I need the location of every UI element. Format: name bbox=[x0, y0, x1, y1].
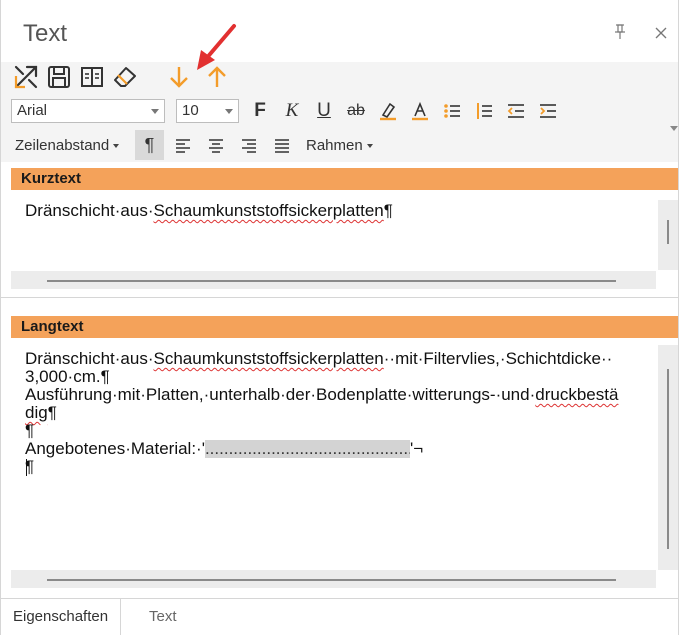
paragraph-mark: ¶ bbox=[47, 403, 57, 422]
text-run: Dränschicht·aus· bbox=[25, 201, 154, 220]
align-right-icon[interactable] bbox=[237, 133, 261, 159]
font-family-select[interactable]: Arial bbox=[11, 99, 165, 123]
kurztext-horizontal-scrollbar[interactable] bbox=[11, 271, 656, 289]
title-bar: Text bbox=[1, 0, 678, 62]
strikethrough-glyph: ab bbox=[347, 102, 365, 119]
font-size-value: 10 bbox=[182, 102, 199, 119]
panel-title: Text bbox=[23, 20, 68, 47]
langtext-line: Dränschicht·aus·Schaumkunststoffsickerpl… bbox=[25, 350, 612, 368]
bold-button[interactable]: F bbox=[248, 98, 272, 124]
misspelled-word: Schaumkunststoffsickerplatten bbox=[153, 201, 384, 220]
columns-icon[interactable] bbox=[79, 64, 105, 90]
tab-eigenschaften[interactable]: Eigenschaften bbox=[1, 599, 122, 635]
show-paragraph-marks-button[interactable]: ¶ bbox=[135, 130, 164, 160]
scroll-thumb[interactable] bbox=[47, 579, 616, 581]
bold-glyph: F bbox=[254, 100, 266, 121]
font-color-icon[interactable] bbox=[408, 98, 432, 124]
paragraph-mark-glyph: ¶ bbox=[144, 134, 155, 155]
line-spacing-dropdown[interactable]: Zeilenabstand bbox=[15, 137, 120, 154]
chevron-down-icon bbox=[151, 109, 159, 114]
bullet-list-icon[interactable] bbox=[440, 98, 464, 124]
chevron-down-icon bbox=[366, 144, 373, 149]
kurztext-line: Dränschicht·aus·Schaumkunststoffsickerpl… bbox=[25, 202, 393, 220]
misspelled-word: dig bbox=[25, 403, 48, 422]
kurztext-header: Kurztext bbox=[11, 168, 678, 190]
scroll-thumb[interactable] bbox=[667, 220, 669, 244]
border-dropdown[interactable]: Rahmen bbox=[306, 137, 373, 154]
misspelled-word: druckbestä bbox=[535, 385, 619, 404]
langtext-line: 3,000·cm.¶ bbox=[25, 367, 110, 386]
chevron-down-icon bbox=[113, 144, 120, 149]
line-spacing-label: Zeilenabstand bbox=[15, 137, 110, 154]
kurztext-vertical-scrollbar[interactable] bbox=[658, 200, 678, 270]
expand-icon[interactable] bbox=[13, 64, 39, 90]
input-placeholder-field[interactable]: ........................................… bbox=[204, 440, 410, 458]
text-panel: Text Arial 10 F K U ab Zeilenabstand ¶ R… bbox=[0, 0, 679, 635]
annotation-arrow-icon bbox=[197, 24, 236, 70]
langtext-editor[interactable]: Dränschicht·aus·Schaumkunststoffsickerpl… bbox=[11, 339, 678, 570]
langtext-line: Ausführung·mit·Platten,·unterhalb·der·Bo… bbox=[25, 386, 618, 404]
indent-icon[interactable] bbox=[536, 98, 560, 124]
bottom-tab-bar: Eigenschaften Text bbox=[1, 598, 678, 635]
paragraph-mark: ¶ bbox=[383, 201, 393, 220]
underline-button[interactable]: U bbox=[312, 98, 336, 124]
tab-text[interactable]: Text bbox=[137, 599, 189, 635]
langtext-vertical-scrollbar[interactable] bbox=[658, 345, 678, 570]
text-run: Dränschicht·aus· bbox=[25, 349, 154, 368]
overflow-chevron-icon[interactable] bbox=[670, 126, 678, 132]
langtext-horizontal-scrollbar[interactable] bbox=[11, 570, 656, 588]
italic-button[interactable]: K bbox=[280, 98, 304, 124]
text-run: Ausführung·mit·Platten,·unterhalb·der·Bo… bbox=[25, 385, 536, 404]
highlight-icon[interactable] bbox=[376, 98, 400, 124]
outdent-icon[interactable] bbox=[504, 98, 528, 124]
border-label: Rahmen bbox=[306, 137, 363, 154]
langtext-line: ¶ bbox=[25, 421, 35, 440]
save-icon[interactable] bbox=[46, 64, 72, 90]
font-family-value: Arial bbox=[17, 102, 48, 119]
italic-glyph: K bbox=[285, 100, 299, 121]
align-left-icon[interactable] bbox=[171, 133, 195, 159]
text-run: ··mit·Filtervlies,·Schichtdicke·· bbox=[383, 349, 613, 368]
pin-icon[interactable] bbox=[614, 24, 626, 40]
langtext-header: Langtext bbox=[11, 316, 678, 338]
text-run: '¬ bbox=[409, 439, 424, 458]
align-center-icon[interactable] bbox=[204, 133, 228, 159]
align-justify-icon[interactable] bbox=[270, 133, 294, 159]
langtext-line: dig¶ bbox=[25, 404, 57, 422]
text-cursor bbox=[26, 459, 27, 476]
close-icon[interactable] bbox=[655, 27, 667, 39]
font-size-select[interactable]: 10 bbox=[176, 99, 239, 123]
strikethrough-button[interactable]: ab bbox=[344, 98, 368, 124]
text-run: Angebotenes·Material:·' bbox=[25, 439, 205, 458]
chevron-down-icon bbox=[225, 109, 233, 114]
eraser-icon[interactable] bbox=[112, 64, 138, 90]
numbered-list-icon[interactable] bbox=[472, 98, 496, 124]
underline-glyph: U bbox=[317, 100, 331, 121]
section-divider bbox=[1, 297, 678, 298]
misspelled-word: Schaumkunststoffsickerplatten bbox=[153, 349, 384, 368]
langtext-line: Angebotenes·Material:·'.................… bbox=[25, 440, 423, 458]
move-down-icon[interactable] bbox=[166, 64, 192, 90]
scroll-thumb[interactable] bbox=[47, 280, 616, 282]
scroll-thumb[interactable] bbox=[667, 369, 669, 549]
